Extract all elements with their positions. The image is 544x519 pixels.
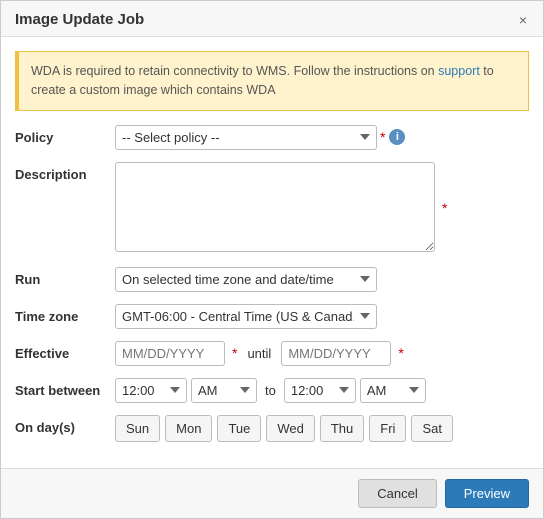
day-btn-sun[interactable]: Sun bbox=[115, 415, 160, 442]
dialog-title: Image Update Job bbox=[15, 11, 144, 28]
time-end-select[interactable]: 12:00 bbox=[284, 378, 356, 403]
dialog-footer: Cancel Preview bbox=[1, 468, 543, 518]
ampm-start-select[interactable]: AM bbox=[191, 378, 257, 403]
day-btn-wed[interactable]: Wed bbox=[266, 415, 315, 442]
effective-required-star: * bbox=[232, 345, 237, 361]
close-button[interactable]: × bbox=[517, 12, 529, 28]
support-link[interactable]: support bbox=[438, 64, 480, 78]
timezone-row: Time zone GMT-06:00 - Central Time (US &… bbox=[15, 304, 529, 329]
on-days-row: On day(s) Sun Mon Tue Wed Thu Fri Sat bbox=[15, 415, 529, 442]
policy-row: Policy -- Select policy -- * i bbox=[15, 125, 529, 150]
description-wrap bbox=[115, 162, 435, 255]
until-label: until bbox=[247, 346, 271, 361]
policy-required-star: * bbox=[380, 129, 385, 145]
policy-label: Policy bbox=[15, 125, 115, 145]
until-date-input[interactable] bbox=[281, 341, 391, 366]
start-between-control: 12:00 AM to 12:00 AM bbox=[115, 378, 529, 403]
dialog-body: WDA is required to retain connectivity t… bbox=[1, 37, 543, 468]
start-between-label: Start between bbox=[15, 378, 115, 398]
timezone-select[interactable]: GMT-06:00 - Central Time (US & Canad... bbox=[115, 304, 377, 329]
policy-select[interactable]: -- Select policy -- bbox=[115, 125, 377, 150]
ampm-end-select[interactable]: AM bbox=[360, 378, 426, 403]
description-textarea[interactable] bbox=[115, 162, 435, 252]
effective-row: Effective * until * bbox=[15, 341, 529, 366]
start-between-row: Start between 12:00 AM to 12:00 AM bbox=[15, 378, 529, 403]
day-btn-mon[interactable]: Mon bbox=[165, 415, 212, 442]
until-required-star: * bbox=[398, 345, 403, 361]
run-control: On selected time zone and date/time bbox=[115, 267, 529, 292]
day-btn-thu[interactable]: Thu bbox=[320, 415, 364, 442]
policy-control: -- Select policy -- * i bbox=[115, 125, 529, 150]
cancel-button[interactable]: Cancel bbox=[358, 479, 436, 508]
preview-button[interactable]: Preview bbox=[445, 479, 529, 508]
dialog-header: Image Update Job × bbox=[1, 1, 543, 37]
timezone-label: Time zone bbox=[15, 304, 115, 324]
alert-box: WDA is required to retain connectivity t… bbox=[15, 51, 529, 111]
to-label: to bbox=[265, 383, 276, 398]
info-icon[interactable]: i bbox=[389, 129, 405, 145]
day-btn-fri[interactable]: Fri bbox=[369, 415, 406, 442]
effective-control: * until * bbox=[115, 341, 529, 366]
effective-date-input[interactable] bbox=[115, 341, 225, 366]
timezone-control: GMT-06:00 - Central Time (US & Canad... bbox=[115, 304, 529, 329]
on-days-label: On day(s) bbox=[15, 415, 115, 435]
day-btn-sat[interactable]: Sat bbox=[411, 415, 453, 442]
day-btn-tue[interactable]: Tue bbox=[217, 415, 261, 442]
effective-label: Effective bbox=[15, 341, 115, 361]
run-row: Run On selected time zone and date/time bbox=[15, 267, 529, 292]
alert-text-before: WDA is required to retain connectivity t… bbox=[31, 64, 438, 78]
on-days-control: Sun Mon Tue Wed Thu Fri Sat bbox=[115, 415, 529, 442]
description-required-star: * bbox=[442, 200, 447, 216]
time-start-select[interactable]: 12:00 bbox=[115, 378, 187, 403]
description-row: Description * bbox=[15, 162, 529, 255]
run-label: Run bbox=[15, 267, 115, 287]
description-label: Description bbox=[15, 162, 115, 182]
run-select[interactable]: On selected time zone and date/time bbox=[115, 267, 377, 292]
description-control: * bbox=[115, 162, 529, 255]
days-group: Sun Mon Tue Wed Thu Fri Sat bbox=[115, 415, 453, 442]
image-update-job-dialog: Image Update Job × WDA is required to re… bbox=[0, 0, 544, 519]
